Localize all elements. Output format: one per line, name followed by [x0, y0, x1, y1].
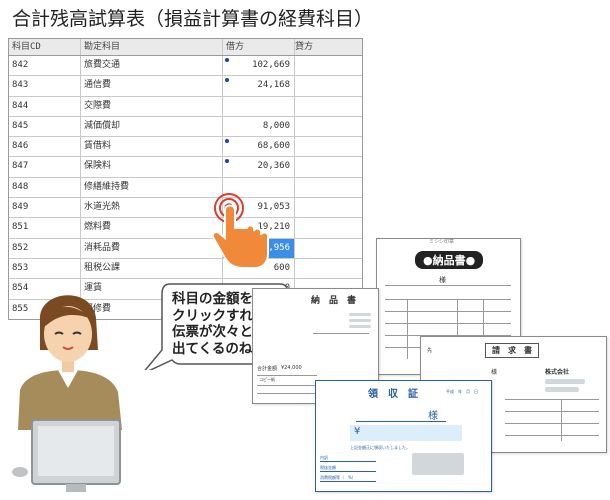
doc-title: 納 品 書	[311, 296, 357, 306]
account-code: 849	[9, 198, 81, 218]
table-row: 844 交際費	[9, 96, 362, 117]
account-name: 租税公課	[81, 258, 223, 279]
page-title: 合計残高試算表（損益計算書の経費科目）	[12, 8, 374, 30]
debit-value: 24,168	[257, 80, 290, 91]
amount-yen: ¥	[354, 426, 361, 437]
table-row: 847 保険料 20,360	[9, 157, 362, 178]
credit-amount[interactable]	[295, 198, 362, 217]
credit-amount[interactable]	[295, 259, 362, 278]
pointer-hand-icon	[211, 193, 269, 269]
debit-amount[interactable]: 102,669	[223, 56, 295, 76]
account-code: 848	[9, 177, 81, 198]
debit-value: 68,600	[257, 141, 290, 152]
debit-amount[interactable]: 20,360	[223, 157, 295, 177]
debit-value: 8,000	[262, 120, 290, 131]
debit-amount[interactable]: 8,000	[223, 116, 295, 137]
debit-value: 20,360	[257, 161, 290, 172]
header-code: 科目CD	[9, 39, 81, 55]
table-row: 846 賃借料 68,600	[9, 137, 362, 158]
voucher-marker-icon	[225, 159, 229, 164]
table-row: 842 旅費交通 102,669	[9, 56, 362, 77]
account-name: 旅費交通	[81, 56, 223, 76]
account-name: 減価償却	[81, 116, 223, 137]
credit-amount[interactable]	[295, 137, 362, 156]
account-code: 846	[9, 137, 81, 157]
credit-amount[interactable]	[295, 117, 362, 136]
table-header: 科目CD 勘定科目 借方 貸方	[9, 39, 362, 56]
table-row: 843 通信費 24,168	[9, 76, 362, 97]
table-row: 848 修繕維持費	[9, 177, 362, 199]
account-code: 853	[9, 258, 81, 279]
total-value: ¥24,000	[281, 365, 302, 371]
account-name: 交際費	[81, 96, 223, 116]
debit-amount[interactable]: 68,600	[223, 137, 295, 157]
debit-amount[interactable]	[223, 96, 295, 116]
credit-amount[interactable]	[295, 56, 362, 75]
account-code: 851	[9, 218, 81, 238]
doc-title: 請 求 書	[485, 343, 539, 358]
account-code: 844	[9, 96, 81, 116]
account-code: 852	[9, 238, 81, 258]
debit-value: 102,669	[252, 60, 290, 70]
header-debit: 借方	[223, 39, 295, 55]
doc-addressee: 様	[439, 276, 446, 284]
account-code: 842	[9, 56, 81, 76]
table-row: 852 消耗品費 28,956	[9, 238, 362, 259]
voucher-marker-icon	[225, 78, 229, 83]
header-credit: 貸方	[295, 42, 314, 52]
total-label: 合計金額	[257, 366, 278, 372]
account-name: 保険料	[81, 157, 223, 177]
credit-amount[interactable]	[295, 239, 362, 258]
account-name: 賃借料	[81, 137, 223, 157]
receipt-note: 上記金額正に領収いたしました。	[350, 445, 410, 450]
table-row: 851 燃料費 19,210	[9, 218, 362, 239]
credit-amount[interactable]	[295, 178, 362, 197]
table-row: 853 租税公課 600	[9, 258, 362, 280]
account-code: 845	[9, 116, 81, 137]
account-name: 通信費	[81, 76, 223, 96]
voucher-marker-icon	[225, 139, 229, 144]
company-name: 株式会社	[545, 369, 570, 376]
debit-value: 600	[273, 262, 290, 273]
credit-amount[interactable]	[295, 218, 362, 237]
table-row: 849 水道光熱 91,053	[9, 198, 362, 219]
table-row: 845 減価償却 8,000	[9, 116, 362, 138]
receipt: 領 収 証 平成 年 月 日 様 ¥ 上記金額正に領収いたしました。 内訳 税抜…	[315, 380, 492, 492]
account-name: 燃料費	[81, 218, 223, 238]
doc-header: ミシシ印章	[429, 239, 455, 245]
line-item: コピー紙	[259, 377, 275, 382]
doc-addressee: 様	[428, 411, 438, 422]
doc-prefix: 先	[427, 348, 433, 354]
credit-amount[interactable]	[295, 76, 362, 95]
doc-title: ●納品書●	[415, 251, 484, 269]
credit-amount[interactable]	[295, 157, 362, 176]
doc-addressee: 様	[491, 369, 498, 376]
header-account: 勘定科目	[81, 39, 223, 55]
voucher-marker-icon	[225, 58, 229, 62]
account-name: 消耗品費	[81, 238, 223, 258]
doc-title: 領 収 証	[368, 389, 418, 400]
doc-date: 平成 年 月 日	[446, 389, 478, 394]
account-name: 修繕維持費	[81, 177, 223, 198]
account-code: 847	[9, 157, 81, 177]
account-code: 843	[9, 76, 81, 96]
woman-at-computer	[12, 295, 122, 492]
account-name: 水道光熱	[81, 198, 223, 218]
credit-amount[interactable]	[295, 97, 362, 116]
debit-amount[interactable]: 24,168	[223, 76, 295, 96]
